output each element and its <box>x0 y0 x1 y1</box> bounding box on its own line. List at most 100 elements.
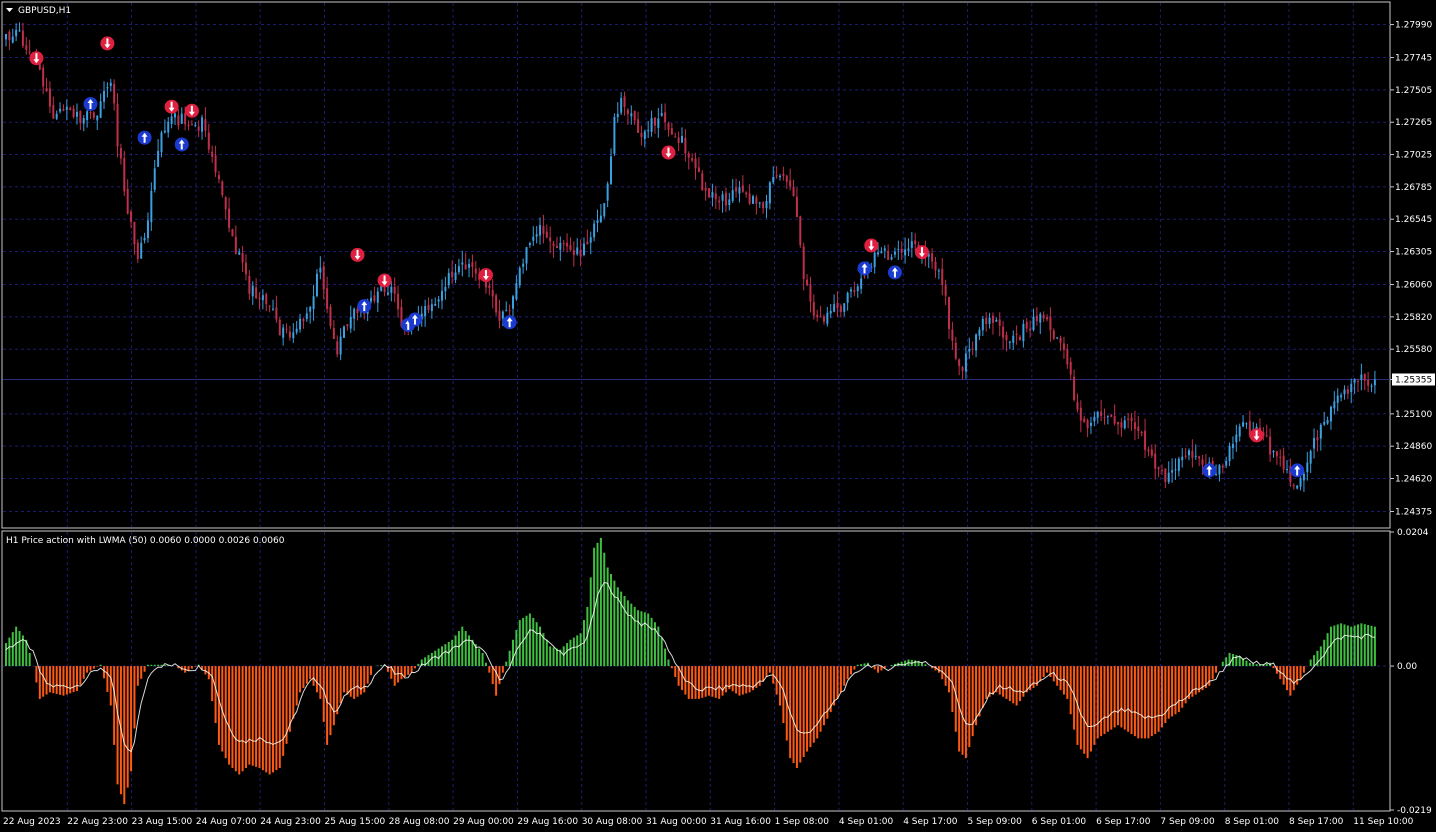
sell-signal-arrow <box>377 273 392 288</box>
candle-body <box>1242 422 1245 427</box>
candle-body <box>11 36 14 43</box>
candle-body <box>174 113 176 118</box>
candle-body <box>488 285 491 288</box>
candle-body <box>1171 470 1174 473</box>
candle-body <box>1066 349 1069 365</box>
candle-body <box>572 250 575 256</box>
buy-signal-arrow <box>1290 463 1305 478</box>
candle-body <box>312 296 315 309</box>
candle-body <box>751 196 754 204</box>
candle-body <box>119 148 122 159</box>
candle-body <box>136 242 139 259</box>
candle-body <box>822 316 825 322</box>
candle-body <box>863 275 866 277</box>
candle-body <box>5 34 7 40</box>
candle-body <box>21 30 24 46</box>
candle-body <box>1100 411 1103 417</box>
candle-body <box>265 294 268 305</box>
candle-body <box>718 200 721 203</box>
buy-signal-arrow <box>357 299 372 314</box>
candle-body <box>228 208 231 228</box>
candle-body <box>964 353 967 372</box>
candle-body <box>988 317 991 324</box>
candle-body <box>708 188 711 198</box>
candle-body <box>518 267 521 286</box>
candle-body <box>1019 336 1021 341</box>
candle-body <box>224 197 227 210</box>
candle-body <box>1367 380 1370 386</box>
price-tick-label: 1.24620 <box>1395 475 1432 485</box>
candle-body <box>1346 389 1349 394</box>
time-tick-label: 31 Aug 16:00 <box>710 817 771 827</box>
candle-body <box>106 87 109 89</box>
candle-body <box>647 130 650 132</box>
candle-body <box>1042 314 1045 319</box>
candle-body <box>180 113 183 124</box>
candle-body <box>816 314 819 318</box>
candle-body <box>948 297 951 329</box>
candle-body <box>735 187 738 192</box>
candle-body <box>826 312 829 324</box>
candle-body <box>457 266 460 273</box>
candle-body <box>620 98 623 113</box>
candle-body <box>1286 469 1289 471</box>
candle-body <box>724 192 727 206</box>
candle-body <box>386 292 389 295</box>
candle-body <box>1137 426 1140 431</box>
candle-body <box>1306 462 1309 473</box>
candle-body <box>1154 453 1157 469</box>
candle-body <box>694 158 697 169</box>
candle-body <box>795 196 798 217</box>
candle-body <box>1089 422 1092 426</box>
candle-body <box>177 115 180 126</box>
candle-body <box>792 186 795 196</box>
candle-body <box>184 113 187 125</box>
candle-body <box>934 261 937 271</box>
candle-body <box>681 136 683 143</box>
candle-body <box>1184 455 1187 457</box>
candle-body <box>843 303 846 312</box>
candle-body <box>755 197 758 204</box>
indicator-title: H1 Price action with LWMA (50) 0.0060 0.… <box>6 536 285 546</box>
chart-canvas[interactable]: 1.27990 1.27745 1.27505 1.27265 1.27025 1.267… <box>0 0 1436 832</box>
candle-body <box>995 319 998 322</box>
candle-body <box>630 113 633 117</box>
sell-signal-arrow <box>350 247 365 262</box>
candle-body <box>1272 450 1275 453</box>
candle-body <box>471 262 474 268</box>
candle-body <box>741 185 744 192</box>
indicator-tick-label: 0.00 <box>1397 662 1417 672</box>
candle-body <box>789 180 792 187</box>
time-tick-label: 28 Aug 08:00 <box>389 817 450 827</box>
buy-signal-arrow <box>83 97 98 112</box>
candle-body <box>721 194 724 201</box>
candle-body <box>545 231 548 238</box>
candle-body <box>42 67 45 87</box>
candle-body <box>1130 417 1133 422</box>
candle-body <box>194 125 197 127</box>
candle-body <box>900 248 903 253</box>
candle-body <box>258 297 261 299</box>
price-tick-label: 1.25820 <box>1395 313 1432 323</box>
candle-body <box>248 275 251 294</box>
sell-signal-arrow <box>864 238 879 253</box>
candle-body <box>664 112 667 123</box>
candle-body <box>143 237 146 241</box>
candle-body <box>285 328 288 330</box>
candle-body <box>941 268 944 285</box>
candle-body <box>1299 478 1302 487</box>
candle-body <box>613 116 616 154</box>
candle-body <box>109 82 112 87</box>
candle-body <box>251 285 254 297</box>
candle-body <box>508 310 511 312</box>
candle-body <box>978 329 981 336</box>
candle-body <box>447 273 450 286</box>
candle-body <box>1076 401 1079 410</box>
candle-body <box>244 262 247 275</box>
candle-body <box>373 295 376 302</box>
candle-body <box>745 192 748 195</box>
candle-body <box>1029 328 1032 331</box>
candle-body <box>1144 430 1147 450</box>
candle-body <box>1336 395 1339 403</box>
candle-body <box>86 111 89 121</box>
